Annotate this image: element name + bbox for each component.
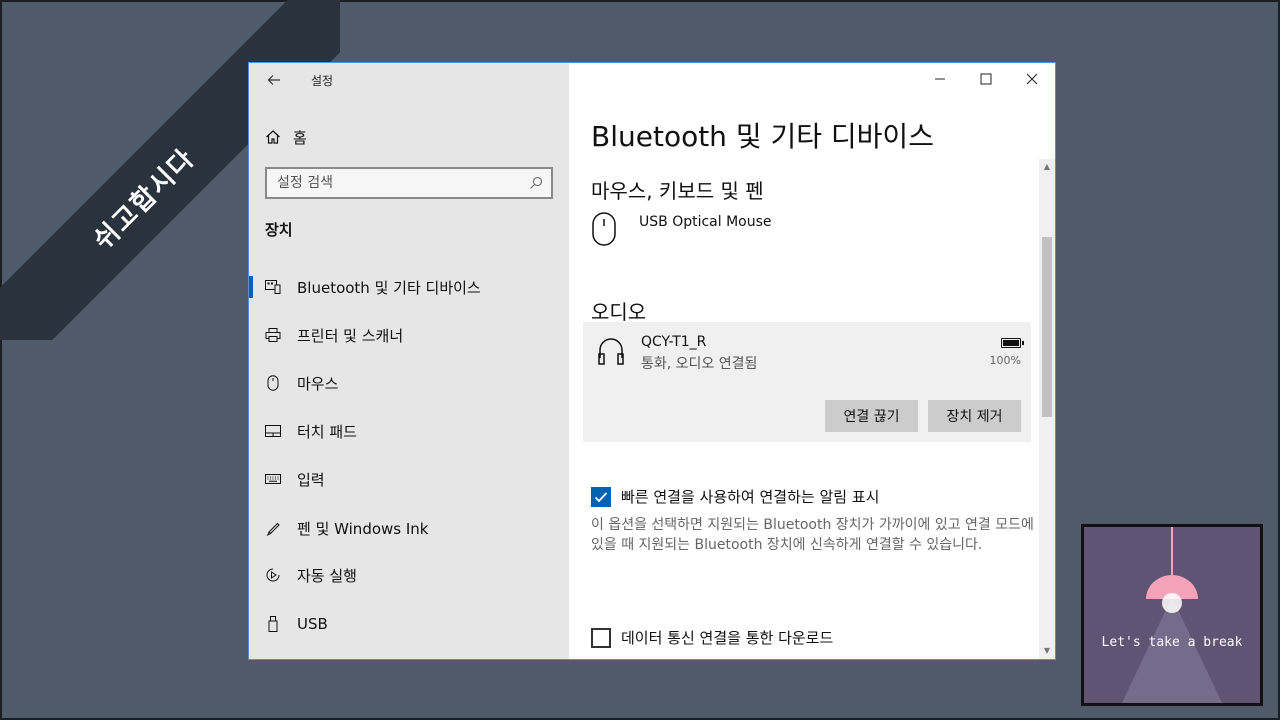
headphones-icon [598,338,624,365]
ribbon-text: 쉬고합시다 [87,142,201,256]
search-input[interactable] [277,175,529,191]
autoplay-icon [265,567,281,583]
mouse-group-heading: 마우스, 키보드 및 펜 [591,179,764,203]
scroll-down-icon[interactable]: ▼ [1039,643,1055,659]
battery-icon [1001,338,1024,348]
sidebar-item-touchpad[interactable]: 터치 패드 [249,411,569,451]
maximize-button[interactable] [963,63,1009,95]
sidebar-item-label: 프린터 및 스캐너 [297,326,404,345]
break-widget: Let's take a break [1081,524,1263,706]
arrow-left-icon [267,75,280,85]
audio-device-row: QCY-T1_R 통화, 오디오 연결됨 [597,334,757,373]
battery-fill [1003,340,1019,346]
metered-download-checkbox[interactable] [591,627,611,648]
audio-device-card[interactable]: QCY-T1_R 통화, 오디오 연결됨 100% 연결 끊기 장치 제거 [583,322,1031,442]
keyboard-icon [265,471,281,487]
checkmark-icon [594,491,608,502]
metered-download-option[interactable]: 데이터 통신 연결을 통한 다운로드 [591,627,833,648]
sidebar-item-usb[interactable]: USB [249,604,569,644]
minimize-button[interactable] [917,63,963,95]
mouse-icon [265,375,281,391]
maximize-icon [980,73,992,85]
sidebar-item-label: 자동 실행 [297,566,357,585]
swift-pair-description: 이 옵션을 선택하면 지원되는 Bluetooth 장치가 가까이에 있고 연결… [591,517,1034,553]
back-button[interactable] [263,69,285,91]
sidebar-item-label: Bluetooth 및 기타 디바이스 [297,278,481,297]
audio-device-info: QCY-T1_R 통화, 오디오 연결됨 [641,334,757,373]
metered-download-label: 데이터 통신 연결을 통한 다운로드 [621,629,834,647]
device-status: 통화, 오디오 연결됨 [641,356,758,372]
minimize-icon [935,78,945,80]
scrollbar[interactable]: ▲ ▼ [1039,159,1055,659]
close-button[interactable] [1009,63,1055,95]
section-heading: 장치 [265,221,293,239]
close-icon [1026,73,1038,85]
home-label: 홈 [293,128,307,147]
device-name: QCY-T1_R [641,334,707,350]
sidebar-item-label: 터치 패드 [297,422,357,441]
sidebar-item-typing[interactable]: 입력 [249,459,569,499]
page-title: Bluetooth 및 기타 디바이스 [591,120,934,153]
sidebar-item-autoplay[interactable]: 자동 실행 [249,555,569,595]
sidebar-item-label: 마우스 [297,374,339,393]
swift-pair-label: 빠른 연결을 사용하여 연결하는 알림 표시 [621,488,880,506]
pen-icon [265,520,281,536]
window-title: 설정 [311,74,334,88]
mouse-device-row[interactable]: USB Optical Mouse [591,211,772,247]
sidebar-item-pen[interactable]: 펜 및 Windows Ink [249,508,569,548]
device-name: USB Optical Mouse [639,214,772,230]
sidebar-item-bluetooth[interactable]: Bluetooth 및 기타 디바이스 [249,267,569,307]
search-icon [530,176,543,189]
lamp-icon [1122,527,1222,703]
sidebar: 설정 홈 장치 Bluetooth [249,63,569,659]
battery-percent: 100% [989,354,1021,367]
main-panel: Bluetooth 및 기타 디바이스 마우스, 키보드 및 펜 USB Opt… [569,63,1055,659]
swift-pair-option[interactable]: 빠른 연결을 사용하여 연결하는 알림 표시 [591,486,879,507]
sidebar-item-label: USB [297,615,328,633]
home-icon [266,130,280,144]
break-text: Let's take a break [1101,635,1243,650]
mouse-device-info: USB Optical Mouse [639,211,772,230]
swift-pair-checkbox[interactable] [591,486,611,507]
search-box[interactable] [265,167,553,199]
home-nav[interactable]: 홈 [265,125,307,149]
remove-device-button[interactable]: 장치 제거 [928,400,1021,432]
sidebar-item-label: 펜 및 Windows Ink [297,519,429,538]
sidebar-item-label: 입력 [297,470,325,489]
sidebar-item-printers[interactable]: 프린터 및 스캐너 [249,315,569,355]
disconnect-button[interactable]: 연결 끊기 [825,400,918,432]
scroll-thumb[interactable] [1042,237,1052,417]
bluetooth-devices-icon [265,279,281,295]
usb-icon [265,616,281,632]
audio-group-heading: 오디오 [591,300,647,324]
settings-window: 설정 홈 장치 Bluetooth [248,62,1056,660]
sidebar-item-mouse[interactable]: 마우스 [249,363,569,403]
mouse-icon [592,212,616,246]
printer-icon [265,327,281,343]
scroll-up-icon[interactable]: ▲ [1039,159,1055,175]
touchpad-icon [265,423,281,439]
